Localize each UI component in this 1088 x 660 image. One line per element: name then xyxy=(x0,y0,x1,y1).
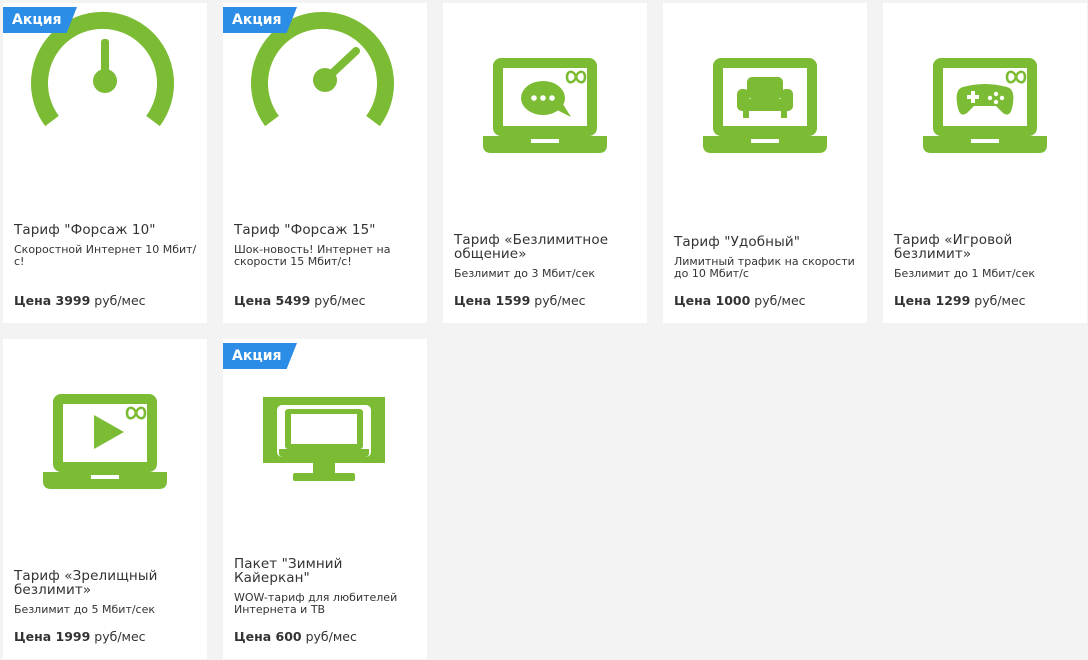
promo-badge: Акция xyxy=(223,343,297,369)
tariff-price: Цена 1999 руб/мес xyxy=(14,629,146,644)
tariff-title[interactable]: Тариф "Форсаж 15" xyxy=(234,223,419,237)
tariff-card[interactable]: Акция Пакет "Зимний Кайеркан" WOW-тариф … xyxy=(223,339,427,659)
tariff-description: Лимитный трафик на скорости до 10 Мбит/с xyxy=(674,255,855,280)
tariff-description: WOW-тариф для любителей Интернета и ТВ xyxy=(234,591,398,616)
tariff-card[interactable]: Акция Тариф «Игровой безлимит» Безлимит … xyxy=(883,3,1087,323)
laptop-armchair-icon xyxy=(663,3,867,203)
tariff-price: Цена 1000 руб/мес xyxy=(674,293,806,308)
tariff-card[interactable]: Акция Тариф «Зрелищный безлимит» Безлими… xyxy=(3,339,207,659)
tariff-price: Цена 3999 руб/мес xyxy=(14,293,146,308)
tariff-card[interactable]: Акция Тариф "Форсаж 15" Шок-новость! Инт… xyxy=(223,3,427,323)
tariff-title[interactable]: Тариф «Зрелищный безлимит» xyxy=(14,569,199,597)
tv-monitor-icon xyxy=(223,339,427,539)
tariff-price: Цена 1299 руб/мес xyxy=(894,293,1026,308)
tariff-price: Цена 5499 руб/мес xyxy=(234,293,366,308)
tariff-price: Цена 1599 руб/мес xyxy=(454,293,586,308)
tariff-description: Безлимит до 3 Мбит/сек xyxy=(454,267,596,280)
tariff-description: Безлимит до 5 Мбит/сек xyxy=(14,603,156,616)
tariff-title[interactable]: Пакет "Зимний Кайеркан" xyxy=(234,557,419,585)
tariff-title[interactable]: Тариф «Игровой безлимит» xyxy=(894,233,1079,261)
tariff-description: Скоростной Интернет 10 Мбит/с! xyxy=(14,243,197,268)
tariff-title[interactable]: Тариф "Удобный" xyxy=(674,235,859,249)
tariff-card[interactable]: Акция Тариф «Безлимитное общение» Безлим… xyxy=(443,3,647,323)
tariff-card[interactable]: Акция Тариф "Удобный" Лимитный трафик на… xyxy=(663,3,867,323)
laptop-gamepad-icon xyxy=(883,3,1087,203)
tariff-description: Шок-новость! Интернет на скорости 15 Мби… xyxy=(234,243,391,268)
tariff-description: Безлимит до 1 Мбит/сек xyxy=(894,267,1036,280)
laptop-chat-icon xyxy=(443,3,647,203)
tariff-card[interactable]: Акция Тариф "Форсаж 10" Скоростной Интер… xyxy=(3,3,207,323)
tariff-price: Цена 600 руб/мес xyxy=(234,629,357,644)
promo-badge: Акция xyxy=(223,7,297,33)
speedometer-high-icon xyxy=(223,3,427,203)
tariff-title[interactable]: Тариф «Безлимитное общение» xyxy=(454,233,639,261)
speedometer-low-icon xyxy=(3,3,207,203)
promo-badge: Акция xyxy=(3,7,77,33)
tariff-title[interactable]: Тариф "Форсаж 10" xyxy=(14,223,199,237)
laptop-play-icon xyxy=(3,339,207,539)
